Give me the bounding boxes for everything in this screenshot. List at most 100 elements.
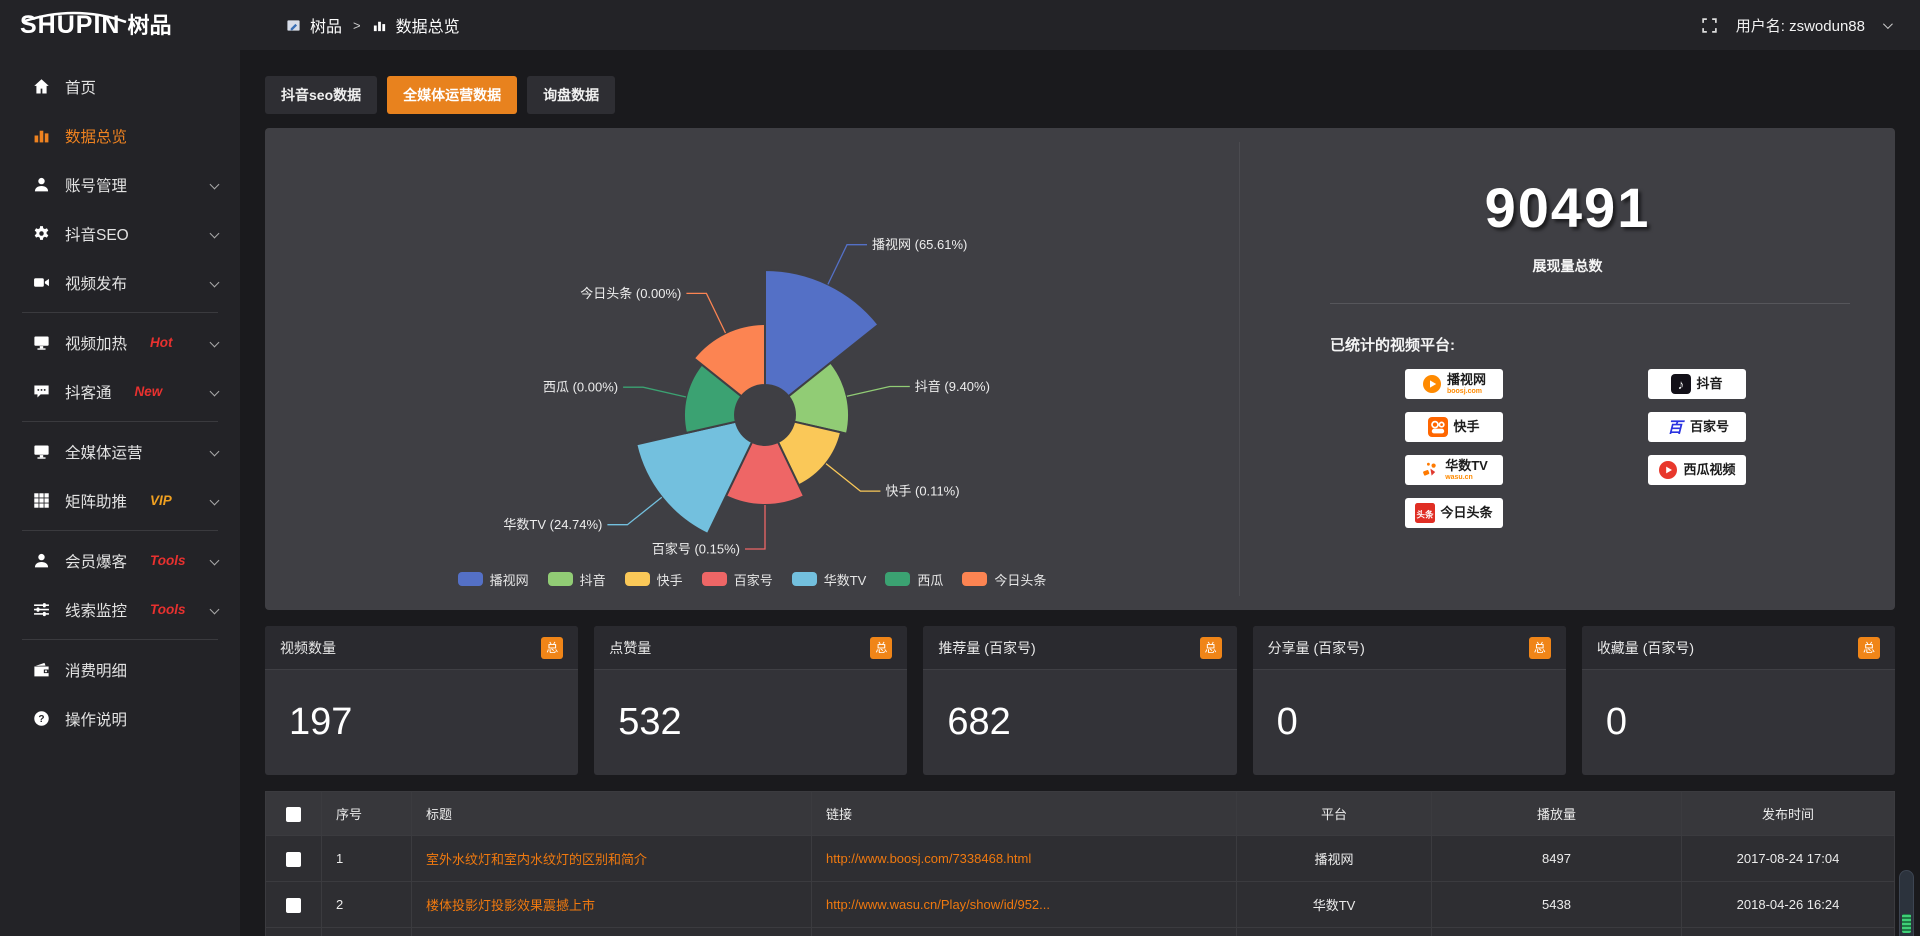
fullscreen-icon[interactable] xyxy=(1701,17,1718,34)
legend-swatch xyxy=(962,572,987,586)
cell-platform: 华数TV xyxy=(1237,882,1432,928)
sidebar-item-video-heating[interactable]: 视频加热Hot xyxy=(0,318,240,367)
stat-card-share-count: 分享量 (百家号) 总 0 xyxy=(1253,626,1566,775)
sidebar-divider xyxy=(22,530,218,531)
legend-item-4[interactable]: 华数TV xyxy=(792,570,867,589)
cell-title[interactable]: 楼体投影灯投影效果震撼上市 xyxy=(412,882,812,928)
legend-label: 华数TV xyxy=(824,570,867,589)
user-icon xyxy=(33,176,50,193)
chevron-down-icon xyxy=(210,387,220,397)
topbar: SHUPIN 树品 树品 > 数据总览 用户名: zswodun88 xyxy=(0,0,1920,50)
stat-card-header: 推荐量 (百家号)总 xyxy=(923,626,1236,670)
chevron-down-icon xyxy=(210,556,220,566)
sidebar-item-operation-guide[interactable]: ?操作说明 xyxy=(0,694,240,743)
cell-plays: 8497 xyxy=(1432,836,1682,882)
sidebar-item-video-publish[interactable]: 视频发布 xyxy=(0,258,240,307)
platform-name: 华数TV xyxy=(1445,459,1488,473)
sidebar-item-member-marketing[interactable]: 会员爆客Tools xyxy=(0,536,240,585)
pie-label-6: 今日头条 (0.00%) xyxy=(580,286,681,301)
cell-published: 2018-04-26 16:24 xyxy=(1682,882,1895,928)
breadcrumb-separator: > xyxy=(353,18,361,33)
legend-item-2[interactable]: 快手 xyxy=(625,570,683,589)
stat-card-favorite-count: 收藏量 (百家号)总0 xyxy=(1582,626,1895,775)
sidebar-item-label: 消费明细 xyxy=(65,659,127,681)
sidebar-badge-hot: Hot xyxy=(150,335,173,350)
platform-name: 抖音 xyxy=(1696,377,1722,391)
pie-label-2: 快手 (0.11%) xyxy=(885,484,959,499)
stat-card-value: 0 xyxy=(1253,670,1566,775)
shupin-mini-icon xyxy=(286,18,301,33)
tab-inquiry-data[interactable]: 询盘数据 xyxy=(527,76,615,114)
sidebar-item-home[interactable]: 首页 xyxy=(0,62,240,111)
tab-douyin-seo-data[interactable]: 抖音seo数据 xyxy=(265,76,377,114)
row-checkbox[interactable] xyxy=(286,898,301,913)
scrollbar-thumb[interactable] xyxy=(1902,914,1911,933)
table-row: 1室外水纹灯和室内水纹灯的区别和简介http://www.boosj.com/7… xyxy=(266,836,1895,882)
chevron-down-icon xyxy=(210,229,220,239)
sidebar-item-account-management[interactable]: 账号管理 xyxy=(0,160,240,209)
breadcrumb-root[interactable]: 树品 xyxy=(310,13,342,37)
col-header-plays: 播放量 xyxy=(1432,792,1682,836)
sidebar-item-omnimedia-operation[interactable]: 全媒体运营 xyxy=(0,427,240,476)
sidebar-divider xyxy=(22,639,218,640)
sidebar-badge-vip: VIP xyxy=(150,493,172,508)
username-label[interactable]: 用户名: zswodun88 xyxy=(1736,15,1865,36)
sidebar-item-douyin-seo[interactable]: 抖音SEO xyxy=(0,209,240,258)
legend-swatch xyxy=(458,572,483,586)
row-select-cell xyxy=(266,836,322,882)
overview-panel: 播视网 (65.61%)抖音 (9.40%)快手 (0.11%)百家号 (0.1… xyxy=(265,128,1895,610)
platform-badge-kuaishou: 快手 xyxy=(1405,412,1503,442)
select-all-checkbox[interactable] xyxy=(286,807,301,822)
monitor-icon xyxy=(33,443,50,460)
total-badge[interactable]: 总 xyxy=(1529,637,1551,659)
breadcrumb: 树品 > 数据总览 xyxy=(286,13,460,37)
tab-omnimedia-operation-data[interactable]: 全媒体运营数据 xyxy=(387,76,517,114)
cell-index: 1 xyxy=(322,836,412,882)
row-checkbox[interactable] xyxy=(286,852,301,867)
sidebar-item-douketong[interactable]: 抖客通New xyxy=(0,367,240,416)
stat-card-value: 0 xyxy=(1582,670,1895,775)
legend-item-5[interactable]: 西瓜 xyxy=(885,570,943,589)
page-scrollbar[interactable] xyxy=(1899,870,1914,936)
baijiahao-logo-icon: 百 xyxy=(1665,417,1685,437)
stat-card-value: 197 xyxy=(265,670,578,775)
platform-name: 西瓜视频 xyxy=(1683,463,1735,477)
select-all-cell xyxy=(266,792,322,836)
pie-slice-4[interactable] xyxy=(636,422,752,534)
stat-card-like-count: 点赞量总532 xyxy=(594,626,907,775)
sidebar-item-consumption-details[interactable]: 消费明细 xyxy=(0,645,240,694)
col-header-title: 标题 xyxy=(412,792,812,836)
home-icon xyxy=(33,78,50,95)
svg-text:头条: 头条 xyxy=(1417,510,1435,520)
question-icon: ? xyxy=(33,710,50,727)
svg-text:百: 百 xyxy=(1667,420,1685,437)
sidebar-item-lead-monitoring[interactable]: 线索监控Tools xyxy=(0,585,240,634)
sidebar-item-label: 首页 xyxy=(65,76,96,98)
sidebar-item-matrix-boost[interactable]: 矩阵助推VIP xyxy=(0,476,240,525)
total-badge[interactable]: 总 xyxy=(1200,637,1222,659)
stat-card-recommend-count: 推荐量 (百家号)总682 xyxy=(923,626,1236,775)
legend-item-1[interactable]: 抖音 xyxy=(548,570,606,589)
chevron-down-icon[interactable] xyxy=(1883,19,1893,29)
sidebar-item-label: 全媒体运营 xyxy=(65,441,143,463)
platform-badge-wasu: 华数TVwasu.cn xyxy=(1405,455,1503,485)
table-header-row: 序号标题链接平台播放量发布时间 xyxy=(266,792,1895,836)
bar-chart-icon xyxy=(372,18,387,33)
cell-title[interactable]: 室外水纹灯和室内水纹灯的区别和简介 xyxy=(412,836,812,882)
stat-card-title: 分享量 (百家号) xyxy=(1268,638,1365,658)
total-badge[interactable]: 总 xyxy=(870,637,892,659)
legend-item-6[interactable]: 今日头条 xyxy=(962,570,1046,589)
sliders-icon xyxy=(33,601,50,618)
platform-column-right: ♪抖音百百家号西瓜视频 xyxy=(1648,369,1746,541)
cell-link[interactable]: http://www.wasu.cn/Play/show/id/952... xyxy=(812,882,1237,928)
logo-arc xyxy=(18,11,130,23)
legend-item-3[interactable]: 百家号 xyxy=(702,570,773,589)
total-badge[interactable]: 总 xyxy=(1858,637,1880,659)
cell-link[interactable]: http://www.boosj.com/7338468.html xyxy=(812,836,1237,882)
stat-card-header: 点赞量总 xyxy=(594,626,907,670)
chevron-down-icon xyxy=(210,278,220,288)
xigua-logo-icon xyxy=(1658,460,1678,480)
legend-item-0[interactable]: 播视网 xyxy=(458,570,529,589)
sidebar-item-data-overview[interactable]: 数据总览 xyxy=(0,111,240,160)
total-badge[interactable]: 总 xyxy=(541,637,563,659)
